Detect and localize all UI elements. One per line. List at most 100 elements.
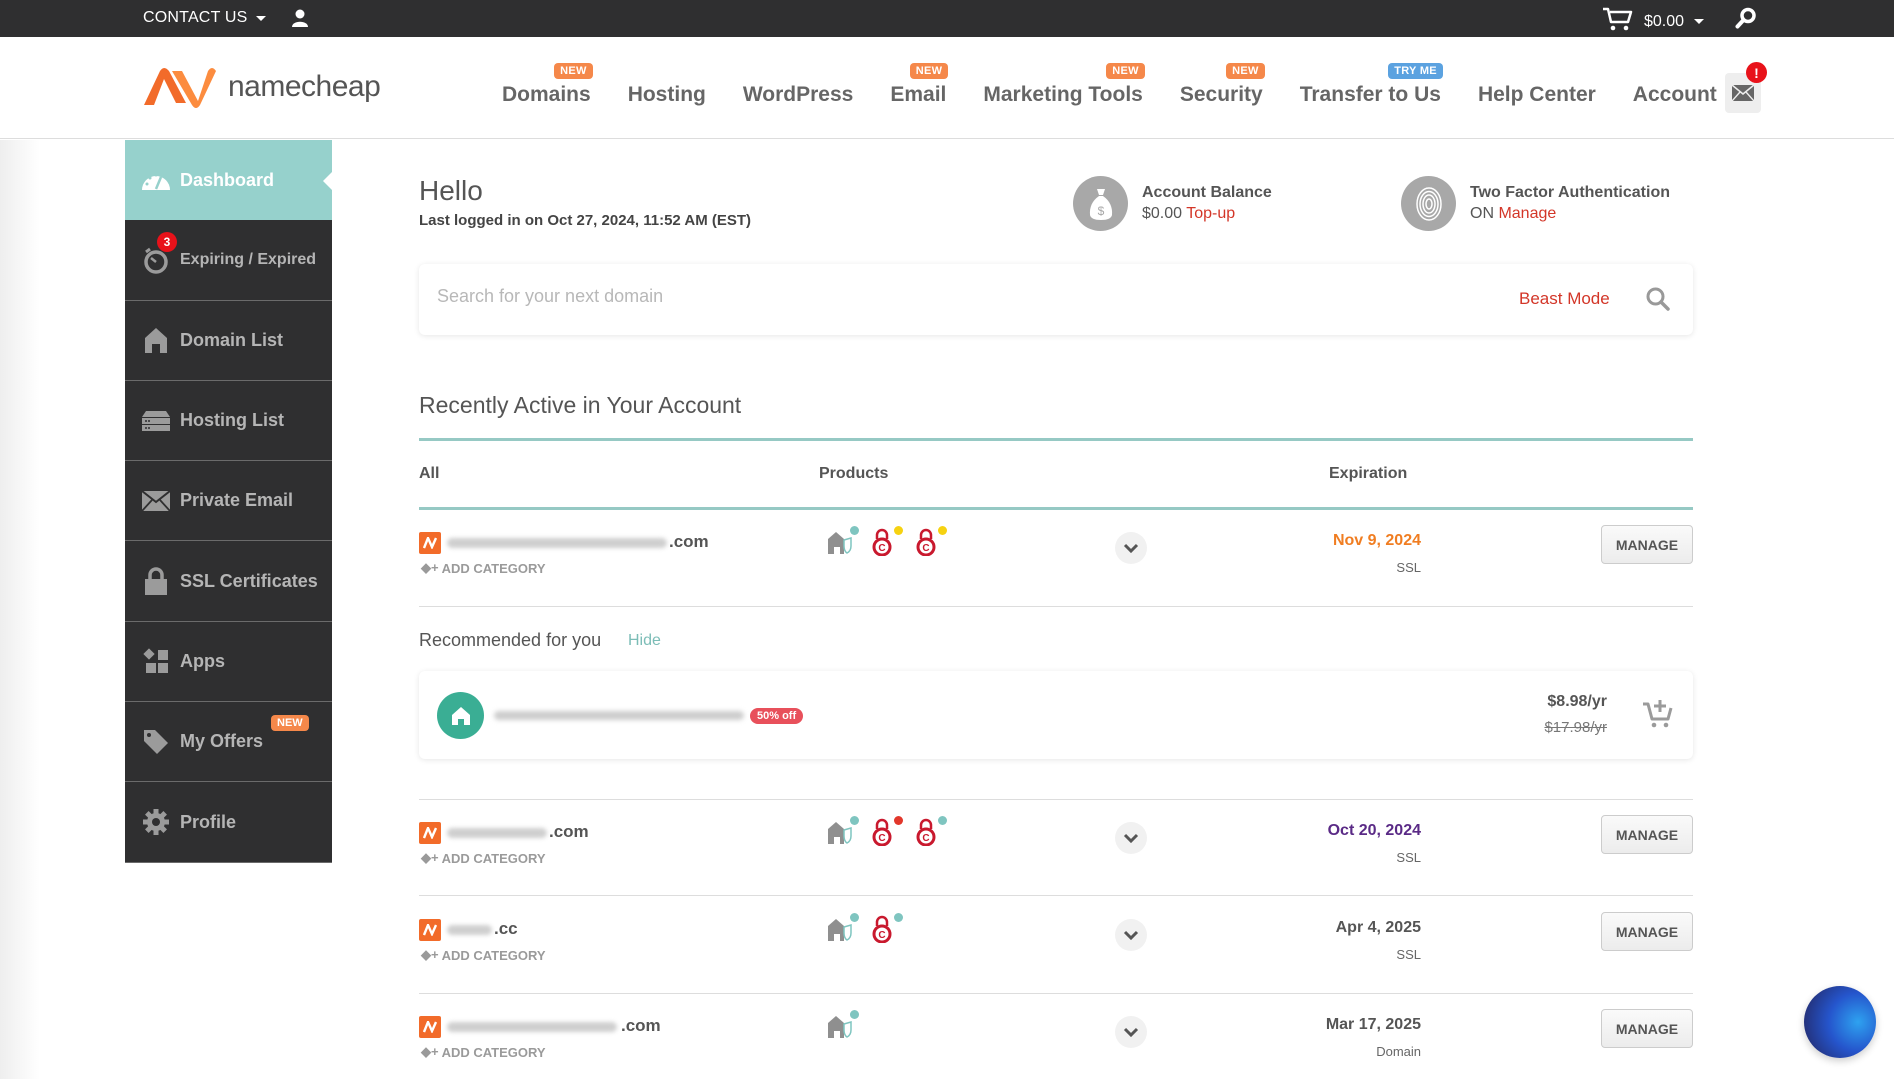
svg-text:C: C — [878, 930, 885, 941]
nav-account[interactable]: Account — [1633, 83, 1717, 107]
domain-search-input[interactable] — [437, 286, 1437, 307]
ssl-lock-icon[interactable]: C — [871, 913, 903, 944]
ssl-lock-icon[interactable]: C — [871, 816, 903, 847]
add-category-button[interactable]: ◆+ ADD CATEGORY — [421, 560, 546, 576]
expiration-date: Mar 17, 2025 — [1325, 1016, 1421, 1033]
expand-chevron-icon[interactable] — [1115, 532, 1147, 564]
top-up-link[interactable]: Top-up — [1186, 205, 1235, 222]
sidebar-item-private-email[interactable]: Private Email — [125, 461, 332, 542]
add-category-button[interactable]: ◆+ ADD CATEGORY — [421, 947, 546, 963]
add-category-button[interactable]: ◆+ ADD CATEGORY — [421, 1044, 546, 1060]
new-badge: NEW — [909, 63, 949, 79]
sidebar-item-expiring-expired[interactable]: 3 Expiring / Expired — [125, 220, 332, 301]
money-bag-icon: $ — [1073, 176, 1128, 231]
manage-button[interactable]: MANAGE — [1601, 815, 1693, 854]
tag-icon — [141, 727, 171, 757]
house-icon — [141, 325, 171, 355]
domain-name-redacted[interactable] — [447, 1022, 617, 1032]
expiration-date: Nov 9, 2024 — [1332, 532, 1421, 549]
nav-marketing-tools[interactable]: Marketing Tools NEW — [983, 63, 1145, 107]
domain-name-redacted[interactable] — [447, 828, 547, 838]
search-icon[interactable] — [1645, 286, 1671, 317]
search-icon[interactable] — [1735, 7, 1757, 34]
nav-label: Help Center — [1477, 83, 1596, 106]
ssl-lock-icon[interactable]: C — [871, 526, 903, 557]
sidebar-item-apps[interactable]: Apps — [125, 621, 332, 703]
nav-label: Hosting — [627, 83, 706, 106]
two-factor-widget: Two Factor Authentication ON Manage — [1401, 176, 1670, 231]
tag-plus-icon: ◆+ — [421, 560, 439, 575]
user-icon[interactable] — [290, 8, 310, 33]
expand-chevron-icon[interactable] — [1115, 1016, 1147, 1048]
nav-domains[interactable]: Domains NEW — [502, 63, 593, 107]
recently-active-title: Recently Active in Your Account — [419, 392, 742, 418]
contact-us-dropdown[interactable]: CONTACT US — [143, 9, 266, 27]
products-list: C C — [827, 526, 947, 557]
nav-label: Marketing Tools — [983, 83, 1143, 106]
status-dot — [894, 913, 903, 922]
expand-chevron-icon[interactable] — [1115, 919, 1147, 951]
page-edge-shadow — [0, 140, 40, 1079]
nav-security[interactable]: Security NEW — [1180, 63, 1265, 107]
sidebar-item-domain-list[interactable]: Domain List — [125, 300, 332, 381]
notification-alert-badge: ! — [1746, 62, 1767, 83]
expand-chevron-icon[interactable] — [1115, 822, 1147, 854]
ssl-lock-icon[interactable]: C — [915, 816, 947, 847]
hosting-shield-icon[interactable] — [827, 816, 859, 846]
sidebar-item-my-offers[interactable]: My Offers NEW — [125, 702, 332, 783]
sidebar-item-profile[interactable]: Profile — [125, 782, 332, 863]
nav-help-center[interactable]: Help Center — [1478, 83, 1596, 107]
sidebar-item-label: Domain List — [180, 329, 284, 350]
domain-tld: .com — [549, 822, 589, 841]
hosting-shield-icon[interactable] — [827, 526, 859, 556]
column-header-all[interactable]: All — [419, 465, 439, 483]
nav-label: Account — [1632, 83, 1717, 106]
cart-button[interactable]: $0.00 — [1602, 6, 1705, 37]
domain-name-redacted[interactable] — [447, 925, 492, 935]
nav-wordpress[interactable]: WordPress — [743, 83, 854, 107]
new-badge: NEW — [271, 715, 309, 732]
manage-button[interactable]: MANAGE — [1601, 525, 1693, 564]
sidebar-item-ssl-certificates[interactable]: SSL Certificates — [125, 541, 332, 622]
namecheap-logo[interactable]: namecheap — [142, 65, 381, 109]
account-balance-title: Account Balance — [1142, 184, 1272, 201]
caret-down-icon — [1694, 19, 1705, 24]
sidebar-item-label: Expiring / Expired — [180, 250, 317, 268]
nav-label: Transfer to Us — [1299, 83, 1441, 106]
hosting-shield-icon[interactable] — [827, 913, 859, 943]
tag-plus-icon: ◆+ — [421, 947, 439, 962]
manage-button[interactable]: MANAGE — [1601, 1009, 1693, 1048]
two-factor-status: ON — [1470, 205, 1494, 222]
namecheap-n-icon — [144, 68, 216, 108]
nav-label: Domains — [502, 83, 591, 106]
manage-button[interactable]: MANAGE — [1601, 912, 1693, 951]
house-icon — [437, 692, 484, 739]
hide-recommended-link[interactable]: Hide — [628, 632, 661, 650]
beast-mode-link[interactable]: Beast Mode — [1519, 289, 1610, 309]
ssl-lock-icon[interactable]: C — [915, 526, 947, 557]
status-dot — [894, 526, 903, 535]
nav-transfer-to-us[interactable]: Transfer to Us TRY ME — [1299, 63, 1443, 107]
namecheap-small-logo-icon — [419, 822, 441, 844]
recommended-price: $8.98/yr — [1547, 693, 1607, 710]
nav-hosting[interactable]: Hosting — [628, 83, 706, 107]
hosting-shield-icon[interactable] — [827, 1010, 859, 1040]
two-factor-manage-link[interactable]: Manage — [1498, 205, 1556, 222]
add-to-cart-icon[interactable] — [1641, 697, 1673, 734]
expiration-date: Oct 20, 2024 — [1327, 822, 1421, 839]
new-badge: NEW — [554, 63, 593, 79]
namecheap-small-logo-icon — [419, 919, 441, 941]
cart-icon — [1602, 6, 1634, 37]
add-category-button[interactable]: ◆+ ADD CATEGORY — [421, 850, 546, 866]
sidebar-item-hosting-list[interactable]: Hosting List — [125, 380, 332, 462]
envelope-icon — [1732, 85, 1754, 101]
products-list: C — [827, 913, 903, 944]
expiration-type: SSL — [1396, 560, 1421, 575]
sidebar-item-dashboard[interactable]: Dashboard — [125, 140, 333, 221]
nav-email[interactable]: Email NEW — [890, 63, 949, 107]
status-dot — [850, 526, 859, 535]
domain-name-redacted[interactable] — [447, 538, 667, 548]
chat-assistant-button[interactable] — [1804, 986, 1876, 1058]
new-badge: NEW — [1106, 63, 1145, 79]
discount-badge: 50% off — [750, 708, 804, 724]
